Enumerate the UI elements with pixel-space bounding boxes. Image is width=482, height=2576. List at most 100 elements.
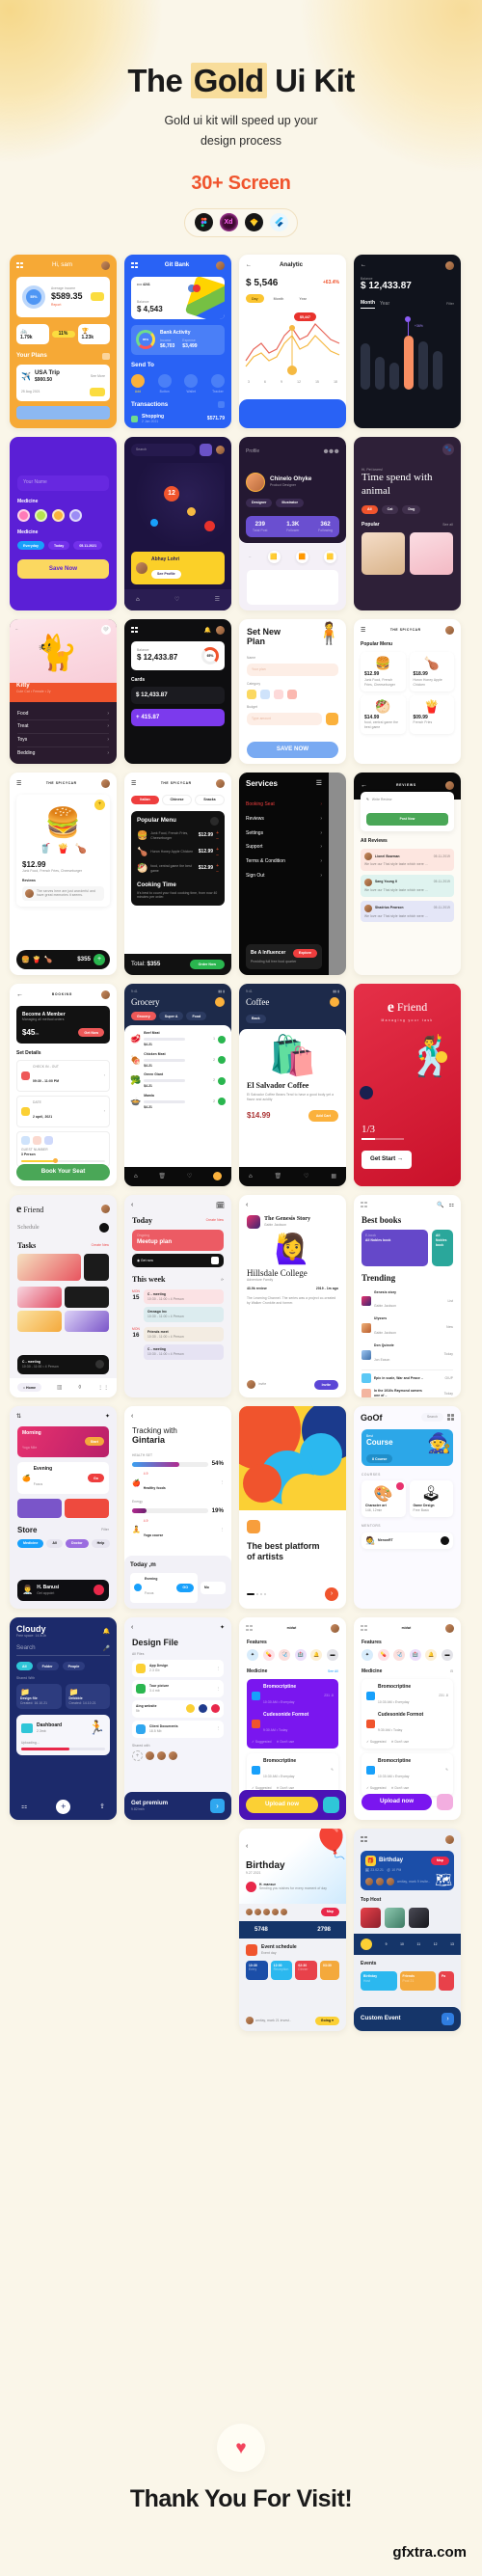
sketch-icon[interactable] — [244, 213, 263, 232]
screen-booking[interactable]: ← BOOKING Become A Member Managing all me… — [10, 983, 117, 1186]
tab-doctor[interactable]: Doctor — [65, 1538, 89, 1548]
save-button[interactable]: Save Now — [17, 559, 109, 580]
screen-grocery[interactable]: 9:41 ▮▮ ▮ Grocery Grocery Super A Food 🥩 B… — [124, 983, 231, 1186]
quick-action[interactable] — [91, 292, 104, 302]
budget-input[interactable]: Type amount — [247, 712, 322, 725]
book-name[interactable]: Ulysses — [374, 1316, 396, 1321]
profile-card[interactable]: Abhay Lohri See Profile — [131, 551, 225, 585]
menu-item[interactable]: Toys — [17, 737, 27, 744]
screen-reviews[interactable]: ← REVIEWS ✎ Write Review Post Now All Revi… — [354, 772, 461, 975]
screen-cloudy-drive[interactable]: Cloudy Free space: 14.5Gb 🔔 Search 🎤 All Fo… — [10, 1616, 117, 1820]
menu-item-signout[interactable]: Sign Out — [246, 873, 264, 880]
screen-spicycar-detail[interactable]: ☰ THE SPICYCAR + 🍔 🥤 🍟 🍗 $12.99 Junk Food, … — [10, 772, 117, 975]
screen-wallet-black-cards[interactable]: 🔔 Balance $ 12,433.87 65% Cards $ 12,433… — [124, 618, 231, 764]
follow-icon[interactable] — [441, 1535, 449, 1545]
calculator-icon[interactable] — [326, 712, 338, 725]
get-now-button[interactable]: Get Now — [78, 1028, 104, 1038]
banner[interactable]: Ongoing Meetup plan — [132, 1230, 224, 1252]
screen-goof-courses[interactable]: GoOf Search Best Course 8 Course 🧙 COURS… — [354, 1405, 461, 1609]
screen-store-health[interactable]: ⇅ ✦ Morning Yoga Mile Start 🍊 Evening Focus Go… — [10, 1405, 117, 1609]
tab-day[interactable]: Day — [246, 294, 264, 304]
item-qty[interactable]: 2 — [213, 1099, 215, 1104]
screen-efriend-onboard[interactable]: e Friend Managing your task 🕺 1/3 Get Sta… — [354, 983, 461, 1186]
map-button[interactable]: Map — [320, 1907, 339, 1916]
date-cell[interactable]: 9 — [386, 1942, 388, 1947]
screen-social-dark-map[interactable]: Search 12 Abhay Lohri See Profile ⌂ ♡ ☰ — [124, 436, 231, 610]
screen-analytic-light[interactable]: ← Analytic $ 5,546 +63.4% Day Month Year $… — [239, 254, 346, 428]
tab-chinese[interactable]: Chinese — [162, 794, 192, 805]
screen-finance-home-orange[interactable]: Hi, sam 55% Average income $589.35 Repor… — [10, 254, 117, 428]
screen-birthday-events[interactable]: 🎁 Birthday Map 🗓 23.02.21 ⏱ 10 PM amitay, … — [354, 1828, 461, 2031]
item-qty[interactable]: 2 — [213, 1058, 215, 1063]
edit-button[interactable] — [437, 1793, 453, 1810]
get-start-button[interactable]: Get Start → — [362, 1151, 413, 1169]
date-cell[interactable]: 10 — [400, 1942, 404, 1947]
avatar[interactable] — [100, 260, 110, 270]
filter-icon[interactable] — [200, 443, 212, 456]
map-area[interactable]: 12 — [131, 462, 225, 546]
menu-item-booking[interactable]: Booking Seat — [246, 801, 275, 808]
screen-spicycar-order[interactable]: ☰ THE SPICYCAR Italian Chinese Snacks Pop… — [124, 772, 231, 975]
tag-illustrator[interactable]: Illustrator — [276, 498, 304, 507]
tab-all[interactable]: All — [16, 1662, 33, 1671]
report-link[interactable]: Report — [51, 303, 85, 308]
event-chip[interactable]: Pa — [442, 1974, 451, 1979]
add-button[interactable]: + — [56, 1799, 71, 1814]
bottom-sheet[interactable] — [239, 398, 346, 428]
plan-action[interactable] — [90, 388, 105, 397]
avatar[interactable] — [215, 260, 225, 270]
see-all-link[interactable]: See All — [328, 1669, 338, 1674]
book-name[interactable]: Don Quixote — [374, 1343, 394, 1348]
add-icon[interactable] — [218, 1076, 226, 1085]
name-field[interactable]: Your Name — [17, 475, 109, 491]
chip-today[interactable]: Today — [47, 541, 70, 551]
tab-year[interactable]: Year — [293, 294, 312, 303]
create-new-link[interactable]: Create New — [92, 1243, 109, 1248]
tab-help[interactable]: Help — [91, 1538, 111, 1548]
book-card-2[interactable]: All Nobles book — [436, 1234, 449, 1247]
see-profile-button[interactable]: See Profile — [151, 569, 181, 579]
item-qty[interactable]: 1 — [213, 1037, 215, 1042]
screen-git-bank-blue[interactable]: Git Bank •••• 4241 Balance $ 4,543 85% B… — [124, 254, 231, 428]
time-slot[interactable]: 03:30 — [323, 1964, 336, 1968]
filter-label[interactable]: Filter — [446, 302, 454, 307]
screen-artists-platform[interactable]: The best platform of artists › — [239, 1405, 346, 1609]
screen-wallet-dark[interactable]: ← Balance $ 12,433.87 Month Year Filter +… — [354, 254, 461, 428]
see-more-link[interactable]: See More — [91, 374, 105, 379]
tab-super[interactable]: Super A — [158, 1012, 184, 1021]
screen-set-new-plan[interactable]: Set New Plan 🧍 Name Your plan Category B… — [239, 618, 346, 764]
save-now-button[interactable]: SAVE NOW — [247, 741, 338, 758]
action-label[interactable]: Button — [158, 390, 172, 394]
screen-medicine-features-purple[interactable]: midwi Features ✦ 💊 🩺 🏥 🔔 ▬ Medicine See A… — [239, 1616, 346, 1820]
add-cart-button[interactable]: Add Cart — [308, 1109, 338, 1122]
tab-grocery[interactable]: Grocery — [131, 1012, 156, 1021]
plan-name-input[interactable]: Your plan — [247, 664, 338, 676]
tab-all[interactable]: All — [46, 1538, 63, 1548]
today-card-1[interactable]: Evening — [145, 1577, 158, 1582]
list-icon[interactable] — [102, 352, 110, 360]
tab-food[interactable]: Food — [186, 1012, 207, 1021]
avatar[interactable] — [216, 445, 225, 454]
screen-spicycar-menu[interactable]: ☰ THE SPICYCAR Popular Menu 🍔 $12.99 Junk F… — [354, 618, 461, 764]
book-card-1[interactable]: All Nobles book — [365, 1238, 424, 1243]
invite-button[interactable]: Invite — [313, 1379, 338, 1390]
date-cell[interactable]: 12 — [434, 1942, 438, 1947]
next-button[interactable]: › — [325, 1586, 338, 1601]
evening-card[interactable]: 🍊 Evening Focus Go — [17, 1462, 109, 1495]
screen-pet-time[interactable]: 🐾 Hi, Pet lovers! Time spend with animal… — [354, 436, 461, 610]
screen-coffee-detail[interactable]: 9:41 ▮▮ ▮ Coffee Back 🛍️ El Salvador Coff… — [239, 983, 346, 1186]
tab-dog[interactable]: Dog — [402, 504, 421, 514]
course-count-chip[interactable]: 8 Course — [366, 1454, 393, 1464]
add-to-cart-button[interactable]: + — [94, 953, 105, 965]
add-icon[interactable] — [218, 1035, 226, 1044]
menu-item-terms[interactable]: Terms & Condition — [246, 858, 285, 865]
mentor-name[interactable]: MenonRT — [378, 1538, 393, 1543]
tab-people[interactable]: People — [62, 1662, 86, 1671]
search-input[interactable]: Search — [131, 443, 196, 456]
menu-item[interactable]: Bedding — [17, 750, 35, 757]
tab-month[interactable]: Month — [361, 300, 375, 309]
screen-efriend-tasks[interactable]: e Friend Schedule Tasks Create New C - mee… — [10, 1194, 117, 1397]
book-name[interactable]: Epic in scale, War and Peace .. — [374, 1376, 423, 1381]
tab-cat[interactable]: Cat — [381, 504, 399, 514]
adobe-xd-icon[interactable]: Xd — [219, 213, 238, 232]
